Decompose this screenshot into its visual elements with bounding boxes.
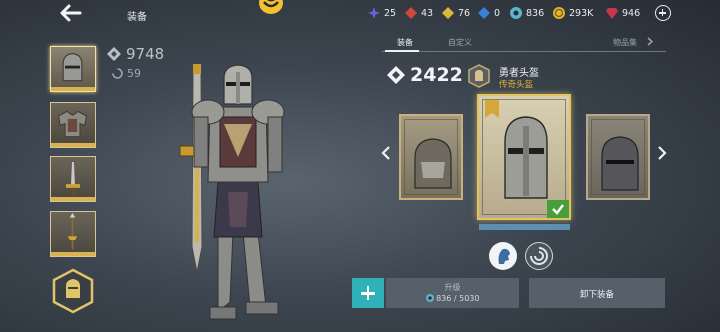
unequip-label: 卸下装备 (579, 290, 614, 300)
item-rarity: 传奇头盔 (499, 80, 534, 90)
tab-bar: 装备 自定义 物品集 (382, 34, 666, 52)
face-profile-icon (498, 248, 510, 264)
total-power-value: 9748 (126, 45, 165, 63)
visor-helmet-icon (601, 136, 639, 191)
add-currency-button[interactable] (655, 5, 671, 21)
legendary-marker-icon (485, 100, 499, 118)
resource-value: 76 (458, 7, 471, 19)
item-card-right[interactable] (586, 114, 650, 200)
top-bar: 装备 25 43 76 0 836 293K 946 (0, 0, 720, 30)
page-title: 装备 (127, 12, 147, 23)
resource-value: 25 (384, 7, 397, 19)
armor-icon (57, 110, 88, 138)
blue-gem-icon (478, 7, 490, 19)
hood-helmet-icon (414, 138, 452, 189)
sword-icon (65, 161, 80, 196)
skin-variant-button[interactable] (489, 242, 517, 270)
resource-ruby: 946 (606, 7, 640, 19)
item-card-selected[interactable] (477, 94, 571, 220)
resource-value: 293K (569, 7, 594, 19)
power-diamond-icon (387, 66, 405, 84)
purple-shard-icon (368, 7, 380, 19)
equipment-slot-helmet[interactable] (50, 46, 96, 92)
sigil-currency-icon (510, 7, 522, 19)
resource-purple-shard: 25 (368, 7, 396, 19)
tab-customize[interactable]: 自定义 (448, 37, 472, 48)
resource-red-gem: 43 (405, 7, 433, 19)
dye-button[interactable] (525, 242, 553, 270)
secondary-stat-value: 59 (127, 67, 141, 80)
resource-value: 0 (494, 7, 501, 19)
item-name: 勇者头盔 (499, 68, 539, 79)
slot-rarity-bar (51, 143, 95, 147)
upgrade-cost-separator: / (451, 294, 460, 303)
secondary-stat: 59 (112, 67, 141, 80)
checkmark-icon (552, 204, 564, 215)
tab-item-sets[interactable]: 物品集 (613, 37, 637, 48)
equipment-slot-sword[interactable] (50, 156, 96, 202)
tab-equipment[interactable]: 装备 (397, 37, 413, 48)
item-card-left[interactable] (399, 114, 463, 200)
item-progress-bar (479, 224, 570, 230)
character-model[interactable] (158, 62, 308, 332)
power-diamond-icon (107, 47, 121, 61)
slot-rarity-bar (51, 87, 95, 91)
resource-value: 946 (622, 7, 641, 19)
upgrade-cost-total: 5030 (459, 294, 480, 303)
upgrade-label: 升级 (444, 283, 461, 292)
slot-rarity-bar (51, 252, 95, 256)
resource-sigil-currency: 836 (510, 7, 544, 19)
red-gem-icon (405, 7, 417, 19)
sigil-currency-icon (425, 294, 434, 302)
add-upgrade-button[interactable] (352, 278, 384, 308)
active-tab-indicator (385, 50, 419, 52)
carousel-prev-arrow[interactable] (381, 146, 391, 160)
equipment-slot-armor[interactable] (50, 102, 96, 148)
equipped-badge (547, 200, 569, 218)
swirl-icon (112, 68, 123, 79)
yellow-gem-icon (442, 7, 454, 19)
slot-rarity-bar (51, 197, 95, 201)
helmet-category-icon (468, 64, 490, 88)
character-emblem-button[interactable] (50, 268, 96, 314)
upgrade-cost: 836 / 5030 (386, 294, 519, 303)
carousel-next-arrow[interactable] (657, 146, 667, 160)
chevron-right-icon[interactable] (647, 37, 653, 46)
resource-yellow-gem: 76 (442, 7, 470, 19)
resource-value: 836 (526, 7, 545, 19)
item-power: 2422 (386, 64, 463, 86)
upgrade-cost-current: 836 (436, 294, 452, 303)
back-arrow-icon[interactable] (58, 3, 82, 23)
total-power-stat: 9748 (106, 45, 164, 63)
resource-value: 43 (421, 7, 434, 19)
resource-gold-coin: 293K (553, 7, 593, 19)
equipment-slot-spear[interactable] (50, 211, 96, 257)
helmet-icon (62, 52, 83, 82)
gold-coin-icon (553, 7, 565, 19)
swirl-icon (530, 247, 548, 265)
great-helm-icon (504, 116, 548, 199)
spear-icon (67, 212, 78, 250)
emblem-logo-icon (259, 0, 283, 14)
item-power-value: 2422 (410, 64, 463, 86)
ruby-icon (606, 8, 618, 19)
resource-blue-gem: 0 (478, 7, 500, 19)
upgrade-button[interactable]: 升级 836 / 5030 (386, 278, 519, 308)
unequip-button[interactable]: 卸下装备 (529, 278, 665, 308)
